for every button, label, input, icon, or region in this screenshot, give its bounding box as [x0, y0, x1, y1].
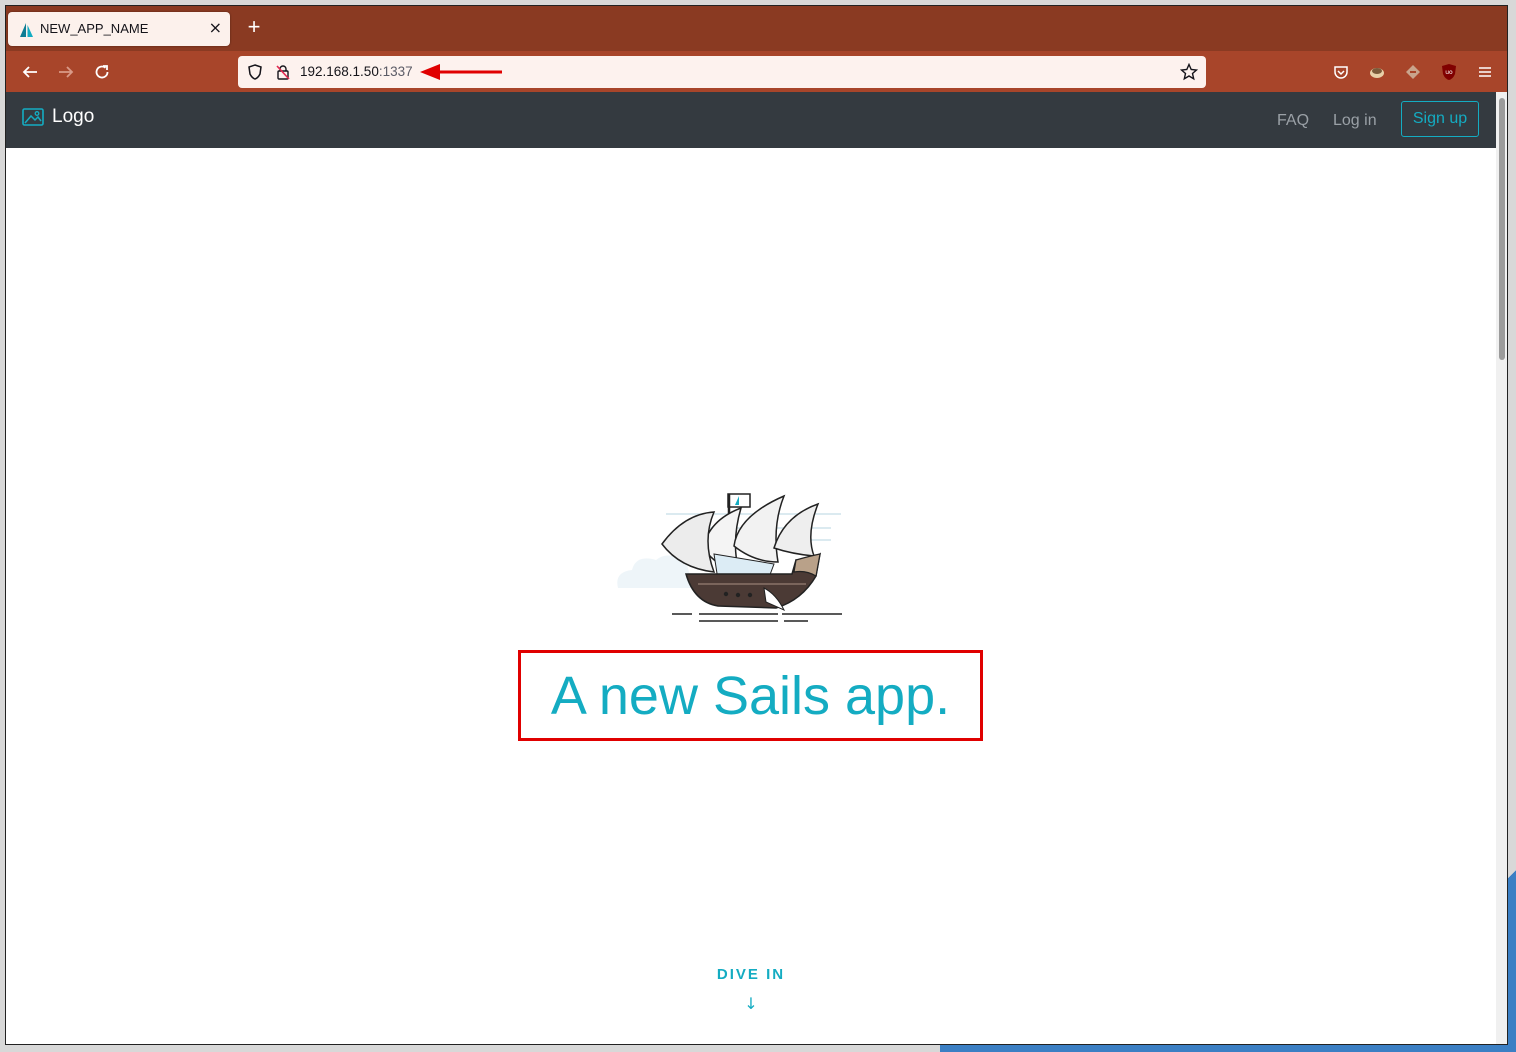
pocket-button[interactable]	[1328, 59, 1354, 85]
reload-icon	[95, 65, 109, 79]
url-bar[interactable]: 192.168.1.50:1337	[238, 56, 1206, 88]
back-button[interactable]	[17, 59, 43, 85]
site-navbar: Logo FAQ Log in Sign up	[6, 92, 1496, 148]
desktop-background-strip	[940, 1044, 1516, 1052]
url-host: 192.168.1.50	[300, 64, 379, 79]
extension-icon	[1406, 65, 1420, 79]
brand-text: Logo	[52, 106, 95, 127]
back-arrow-icon	[22, 66, 37, 78]
ublock-button[interactable]: uo	[1436, 59, 1462, 85]
hero-title: A new Sails app.	[550, 665, 951, 726]
browser-window: NEW_APP_NAME × + 192.168.1.50:1337 uo Lo…	[5, 5, 1508, 1045]
extension-button-1[interactable]	[1364, 59, 1390, 85]
page-scrollbar[interactable]	[1496, 92, 1507, 1044]
tab-title: NEW_APP_NAME	[40, 21, 149, 36]
reload-button[interactable]	[89, 59, 115, 85]
menu-icon	[1479, 67, 1491, 77]
tab-active[interactable]: NEW_APP_NAME ×	[8, 12, 230, 46]
brand-logo[interactable]: Logo	[22, 106, 94, 128]
nav-link-faq[interactable]: FAQ	[1277, 112, 1309, 130]
down-arrow-icon[interactable]: ↓	[686, 994, 816, 1013]
url-text[interactable]: 192.168.1.50:1337	[300, 64, 413, 79]
signup-button[interactable]: Sign up	[1401, 101, 1479, 137]
annotation-arrow	[420, 64, 502, 80]
forward-arrow-icon	[59, 66, 74, 78]
extension-icon	[1370, 68, 1384, 78]
nav-link-login[interactable]: Log in	[1333, 112, 1377, 130]
shield-icon[interactable]	[247, 64, 263, 80]
extension-button-2[interactable]	[1400, 59, 1426, 85]
dive-in-link[interactable]: DIVE IN	[686, 966, 816, 983]
tab-close-icon[interactable]: ×	[209, 18, 222, 37]
new-tab-button[interactable]: +	[242, 15, 266, 39]
image-icon	[22, 108, 44, 126]
url-port: :1337	[378, 64, 413, 79]
svg-text:uo: uo	[1445, 69, 1453, 76]
hero-annotation-box: A new Sails app.	[518, 650, 983, 741]
ublock-icon: uo	[1442, 64, 1456, 80]
pocket-icon	[1334, 66, 1348, 79]
forward-button[interactable]	[53, 59, 79, 85]
sails-favicon-icon	[20, 23, 33, 37]
ship-illustration	[617, 493, 842, 622]
nav-toolbar: 192.168.1.50:1337 uo	[6, 51, 1507, 92]
tab-strip: NEW_APP_NAME × +	[6, 6, 1507, 51]
app-menu-button[interactable]	[1472, 59, 1498, 85]
lock-icon[interactable]	[275, 64, 291, 80]
scrollbar-thumb[interactable]	[1499, 98, 1505, 360]
star-icon[interactable]	[1180, 63, 1198, 81]
